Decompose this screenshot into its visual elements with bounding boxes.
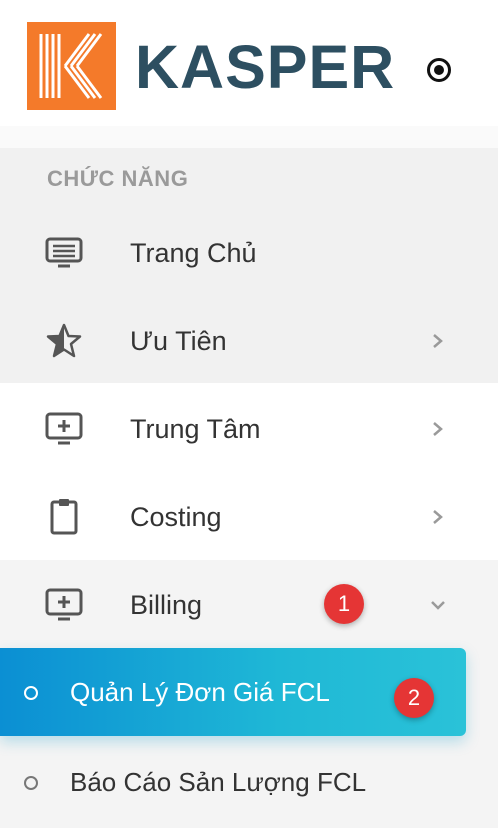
submenu-item-label: Báo Cáo Sản Lượng FCL — [70, 767, 367, 797]
clipboard-icon — [50, 499, 78, 535]
chevron-right-icon — [433, 334, 443, 348]
star-half-icon — [46, 323, 82, 358]
monitor-plus-icon — [45, 412, 83, 445]
sidebar-item-costing[interactable]: Costing — [0, 473, 498, 561]
sidebar-menu: CHỨC NĂNG Trang Chủ Ưu Tiên Trung Tâm Co… — [0, 148, 498, 828]
sidebar-toggle-radio[interactable] — [427, 58, 451, 82]
monitor-list-icon — [45, 237, 83, 268]
header-divider — [0, 126, 498, 148]
chevron-down-icon — [431, 601, 445, 610]
sidebar-item-billing[interactable]: Billing — [0, 561, 498, 649]
chevron-right-icon — [433, 510, 443, 524]
sidebar-item-label: Billing — [130, 590, 203, 620]
section-title: CHỨC NĂNG — [47, 166, 189, 191]
sidebar-item-label: Costing — [130, 502, 222, 532]
step-badge-1: 1 — [324, 584, 364, 624]
sidebar-item-trang-chu[interactable]: Trang Chủ — [0, 209, 498, 297]
step-badge-2: 2 — [394, 678, 434, 718]
sidebar-item-label: Trung Tâm — [130, 414, 261, 444]
sidebar-item-label: Trang Chủ — [130, 238, 257, 268]
sidebar-item-trung-tam[interactable]: Trung Tâm — [0, 385, 498, 473]
brand-name: KASPER — [135, 33, 396, 101]
monitor-plus-icon — [45, 588, 83, 621]
kasper-k-icon — [27, 22, 116, 110]
bullet-circle-icon — [24, 776, 38, 790]
sidebar-item-label: Ưu Tiên — [130, 326, 227, 356]
kasper-logo[interactable] — [27, 22, 116, 110]
chevron-right-icon — [433, 422, 443, 436]
submenu-item-bao-cao-san-luong-fcl[interactable]: Báo Cáo Sản Lượng FCL — [0, 738, 466, 826]
sidebar-header: KASPER — [0, 0, 498, 126]
sidebar-item-uu-tien[interactable]: Ưu Tiên — [0, 297, 498, 385]
bullet-circle-icon — [24, 686, 38, 700]
submenu-item-label: Quản Lý Đơn Giá FCL — [70, 677, 330, 707]
